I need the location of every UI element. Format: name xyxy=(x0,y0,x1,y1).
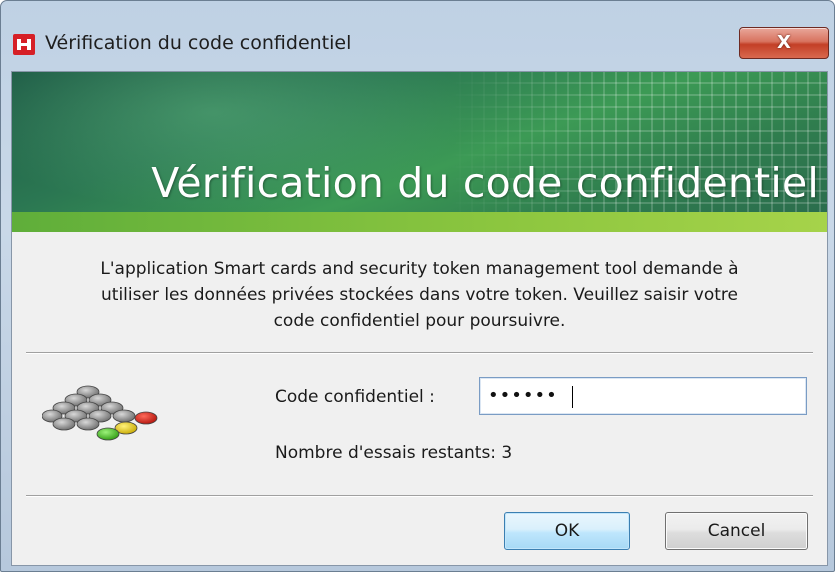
cancel-button[interactable]: Cancel xyxy=(665,512,808,550)
pin-label: Code confidentiel : xyxy=(275,387,435,407)
close-icon: X xyxy=(777,32,791,53)
banner-title: Vérification du code confidentiel xyxy=(151,159,819,207)
banner-stripe xyxy=(12,212,827,232)
header-banner: Vérification du code confidentiel xyxy=(12,72,827,232)
description-text: L'application Smart cards and security t… xyxy=(32,256,807,334)
separator-top xyxy=(26,352,813,354)
pin-input[interactable]: •••••• xyxy=(479,377,807,415)
banner-grid-pattern xyxy=(447,72,827,232)
app-logo-icon xyxy=(13,34,35,55)
description-line: code confidentiel pour poursuivre. xyxy=(273,311,566,331)
pin-value: •••••• xyxy=(488,385,558,406)
title-bar[interactable]: Vérification du code confidentiel X xyxy=(1,1,834,75)
remaining-tries-text: Nombre d'essais restants: 3 xyxy=(275,443,513,463)
description-line: L'application Smart cards and security t… xyxy=(100,259,739,279)
description-line: utiliser les données privées stockées da… xyxy=(101,285,738,305)
dialog-body: L'application Smart cards and security t… xyxy=(12,232,827,565)
token-cluster-icon xyxy=(41,378,162,458)
ok-button[interactable]: OK xyxy=(504,512,630,550)
text-caret xyxy=(572,386,573,408)
close-button[interactable]: X xyxy=(739,27,829,59)
dialog-content: Vérification du code confidentiel L'appl… xyxy=(11,71,828,566)
window-title: Vérification du code confidentiel xyxy=(45,32,352,54)
dialog-window: Vérification du code confidentiel X Véri… xyxy=(0,0,835,572)
separator-bottom xyxy=(26,495,813,497)
